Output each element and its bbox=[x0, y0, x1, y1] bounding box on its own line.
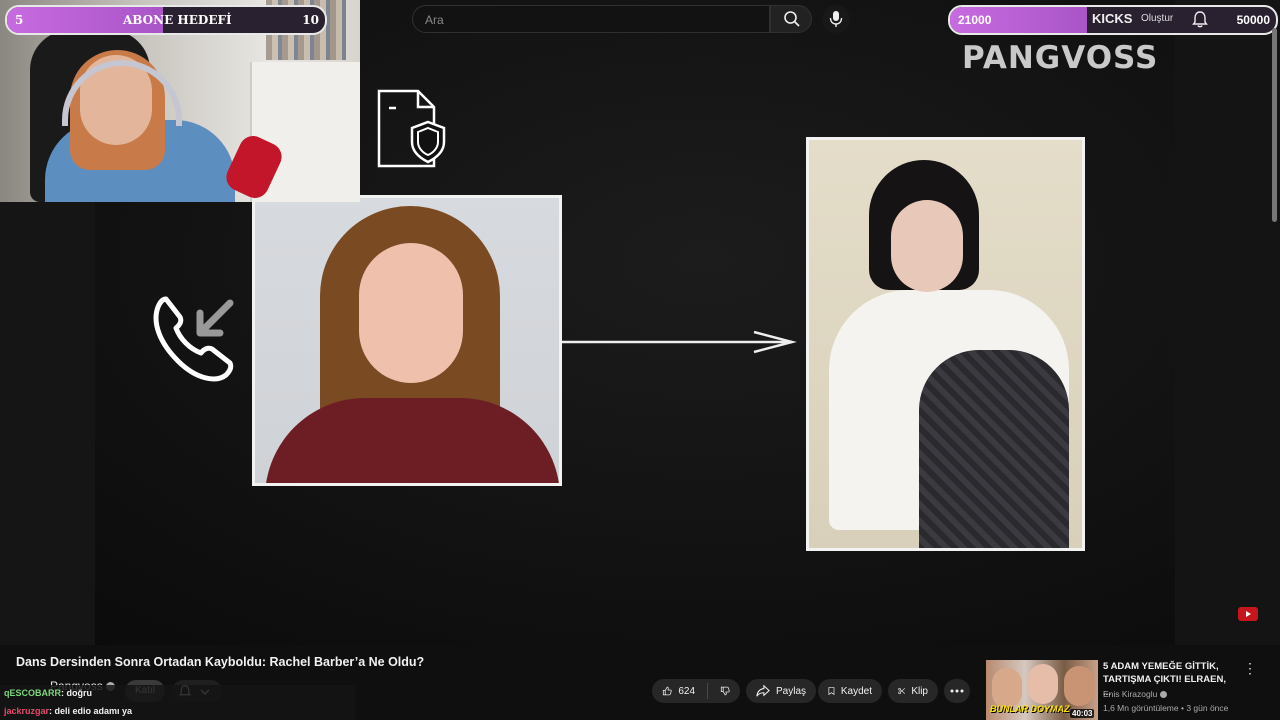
dislike-icon[interactable] bbox=[720, 683, 730, 699]
voice-search-button[interactable] bbox=[822, 5, 850, 33]
bell-icon[interactable] bbox=[1192, 10, 1208, 28]
portrait-photo-left bbox=[252, 195, 562, 486]
scissors-icon bbox=[898, 687, 905, 695]
goal-end-value: 10 bbox=[302, 13, 319, 27]
verified-icon bbox=[1160, 691, 1168, 699]
save-button[interactable]: Kaydet bbox=[818, 679, 882, 703]
kicks-label: KICKS bbox=[1092, 11, 1133, 26]
incoming-call-icon bbox=[153, 296, 234, 382]
chat-message: jackruzgar: deli edio adamı ya bbox=[4, 706, 132, 716]
upload-age: 3 gün önce bbox=[1186, 703, 1229, 713]
chat-user: jackruzgar bbox=[4, 706, 50, 716]
search-box[interactable] bbox=[412, 5, 770, 33]
subscriber-goal-bar: 5 ABONE HEDEFİ 10 bbox=[5, 5, 327, 35]
goal-current-value: 21000 bbox=[958, 13, 992, 27]
clip-button[interactable]: Klip bbox=[888, 679, 938, 703]
chat-message: qESCOBARR: doğru bbox=[4, 688, 92, 698]
video-title: Dans Dersinden Sonra Ortadan Kayboldu: R… bbox=[16, 655, 425, 669]
like-icon[interactable] bbox=[662, 683, 672, 699]
create-button[interactable]: Oluştur bbox=[1141, 13, 1173, 24]
share-icon bbox=[756, 684, 770, 697]
goal-label: ABONE HEDEFİ bbox=[123, 13, 232, 27]
mic-icon bbox=[829, 11, 843, 27]
view-count: 1,6 Mn görüntüleme bbox=[1103, 703, 1179, 713]
share-label: Paylaş bbox=[775, 685, 806, 697]
search-input[interactable] bbox=[423, 10, 757, 30]
background-panel bbox=[1175, 0, 1280, 645]
chat-user: qESCOBARR bbox=[4, 688, 62, 698]
arrow-right-icon bbox=[562, 330, 797, 354]
background-panel bbox=[0, 200, 95, 645]
share-button[interactable]: Paylaş bbox=[746, 679, 816, 703]
more-horizontal-icon bbox=[950, 689, 964, 693]
divider bbox=[707, 683, 708, 699]
portrait-photo-right bbox=[806, 137, 1085, 551]
search-icon bbox=[784, 11, 800, 27]
chat-text: : deli edio adamı ya bbox=[49, 706, 133, 716]
thumbnail-caption: BUNLAR DOYMAZ bbox=[990, 704, 1070, 714]
chat-overlay: qESCOBARR: doğru jackruzgar: deli edio a… bbox=[0, 685, 355, 720]
like-count[interactable]: 624 bbox=[678, 686, 695, 697]
youtube-badge-icon bbox=[1238, 607, 1258, 621]
search-button[interactable] bbox=[770, 5, 812, 33]
goal-start-value: 5 bbox=[15, 13, 24, 27]
more-vertical-icon[interactable]: ⋮ bbox=[1243, 660, 1257, 677]
like-dislike-group: 624 bbox=[652, 679, 740, 703]
scrollbar[interactable] bbox=[1272, 28, 1277, 222]
chat-text: : doğru bbox=[61, 688, 93, 698]
video-player[interactable]: PANGVOSS 5 ABONE HEDEFİ 10 21000 50000 K… bbox=[0, 0, 1280, 645]
video-duration: 40:03 bbox=[1070, 709, 1095, 718]
more-actions-button[interactable] bbox=[944, 679, 970, 703]
bookmark-icon bbox=[828, 687, 835, 696]
recommended-channel[interactable]: Enis Kirazoglu bbox=[1103, 689, 1168, 699]
save-label: Kaydet bbox=[840, 685, 872, 697]
brand-watermark: PANGVOSS bbox=[962, 40, 1159, 76]
document-shield-icon bbox=[377, 89, 446, 168]
clip-label: Klip bbox=[911, 685, 928, 697]
goal-target-value: 50000 bbox=[1236, 13, 1270, 27]
recommended-meta: 1,6 Mn görüntüleme • 3 gün önce bbox=[1103, 703, 1229, 713]
